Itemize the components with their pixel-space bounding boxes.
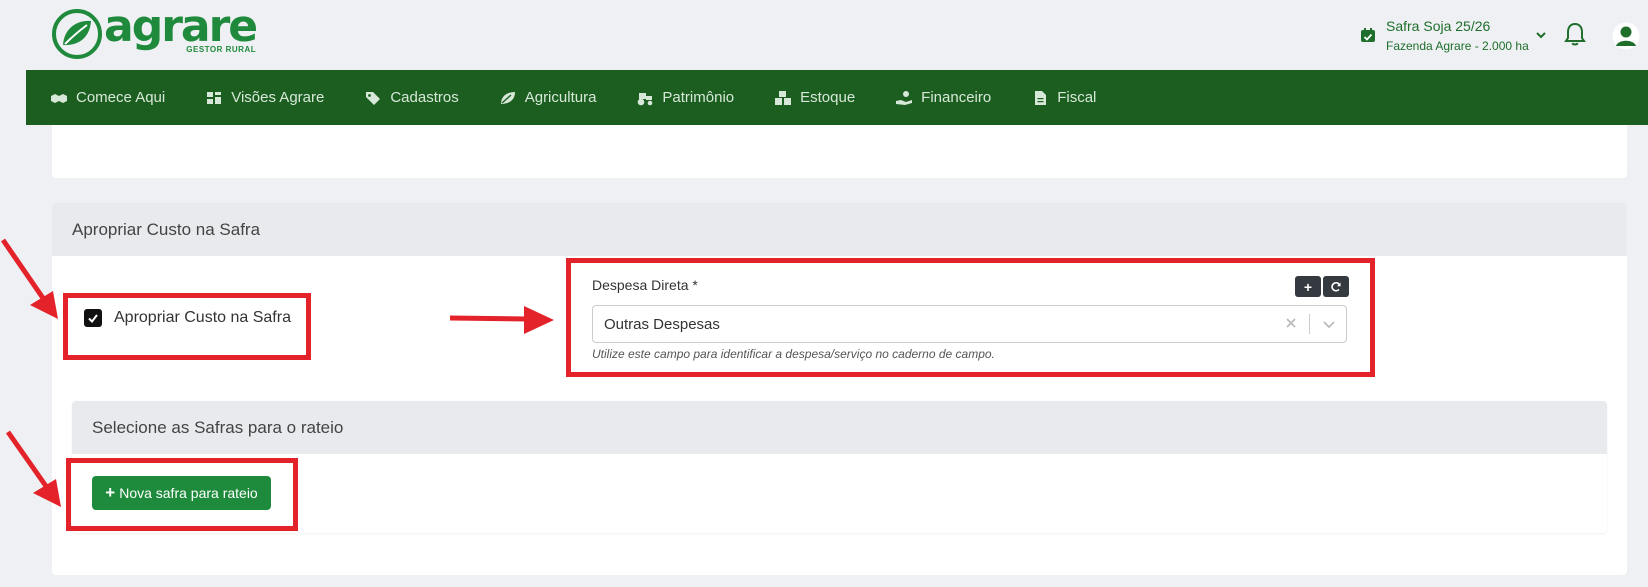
arrow-icon — [449, 306, 554, 334]
card-title: Apropriar Custo na Safra — [52, 203, 1627, 256]
main-nav: Comece Aqui Visões Agrare Cadastros Agri… — [26, 70, 1648, 125]
nav-label: Financeiro — [921, 89, 992, 106]
chevron-down-icon — [1536, 32, 1546, 39]
dashboard-icon — [207, 91, 222, 104]
nav-item-financeiro[interactable]: Financeiro — [895, 89, 991, 106]
arrow-icon — [0, 238, 58, 319]
highlight-box-checkbox — [63, 293, 311, 360]
nav-label: Comece Aqui — [76, 89, 166, 106]
leaf-icon — [500, 91, 515, 104]
nav-item-cadastros[interactable]: Cadastros — [364, 89, 459, 106]
safra-title: Safra Soja 25/26 — [1386, 18, 1491, 34]
nav-label: Cadastros — [390, 89, 459, 106]
file-invoice-icon — [1035, 90, 1047, 105]
top-header: agrare GESTOR RURAL Safra Soja 25/26 Faz… — [26, 0, 1648, 70]
nav-item-agricultura[interactable]: Agricultura — [499, 89, 597, 106]
previous-card — [52, 125, 1627, 178]
boxes-icon — [775, 90, 792, 105]
user-avatar-icon[interactable] — [1612, 22, 1640, 50]
safra-selector[interactable]: Safra Soja 25/26 Fazenda Agrare - 2.000 … — [1360, 17, 1547, 55]
rateio-title: Selecione as Safras para o rateio — [72, 401, 1607, 454]
nav-label: Estoque — [800, 89, 856, 106]
highlight-box-button — [66, 458, 298, 531]
nav-label: Fiscal — [1057, 89, 1097, 106]
nav-label: Agricultura — [524, 89, 597, 106]
tractor-icon — [638, 92, 653, 105]
nav-item-comece-aqui[interactable]: Comece Aqui — [50, 89, 165, 106]
nav-item-patrimonio[interactable]: Patrimônio — [636, 89, 734, 106]
rateio-card: Selecione as Safras para o rateio — [72, 401, 1607, 533]
nav-label: Patrimônio — [662, 89, 735, 106]
handshake-icon — [51, 93, 67, 103]
logo-word: agrare — [104, 1, 258, 52]
arrow-icon — [5, 430, 61, 507]
nav-item-visoes-agrare[interactable]: Visões Agrare — [205, 89, 324, 106]
hand-coin-icon — [896, 90, 913, 105]
nav-item-estoque[interactable]: Estoque — [774, 89, 855, 106]
leaf-logo-icon — [52, 9, 102, 59]
tags-icon — [366, 91, 381, 105]
nav-label: Visões Agrare — [231, 89, 325, 106]
highlight-box-despesa — [566, 258, 1375, 377]
safra-farm: Fazenda Agrare - 2.000 ha — [1386, 39, 1529, 53]
agrare-logo[interactable]: agrare GESTOR RURAL — [52, 5, 258, 59]
calendar-check-icon — [1361, 28, 1375, 42]
bell-icon[interactable] — [1563, 21, 1587, 47]
nav-item-fiscal[interactable]: Fiscal — [1031, 89, 1096, 106]
